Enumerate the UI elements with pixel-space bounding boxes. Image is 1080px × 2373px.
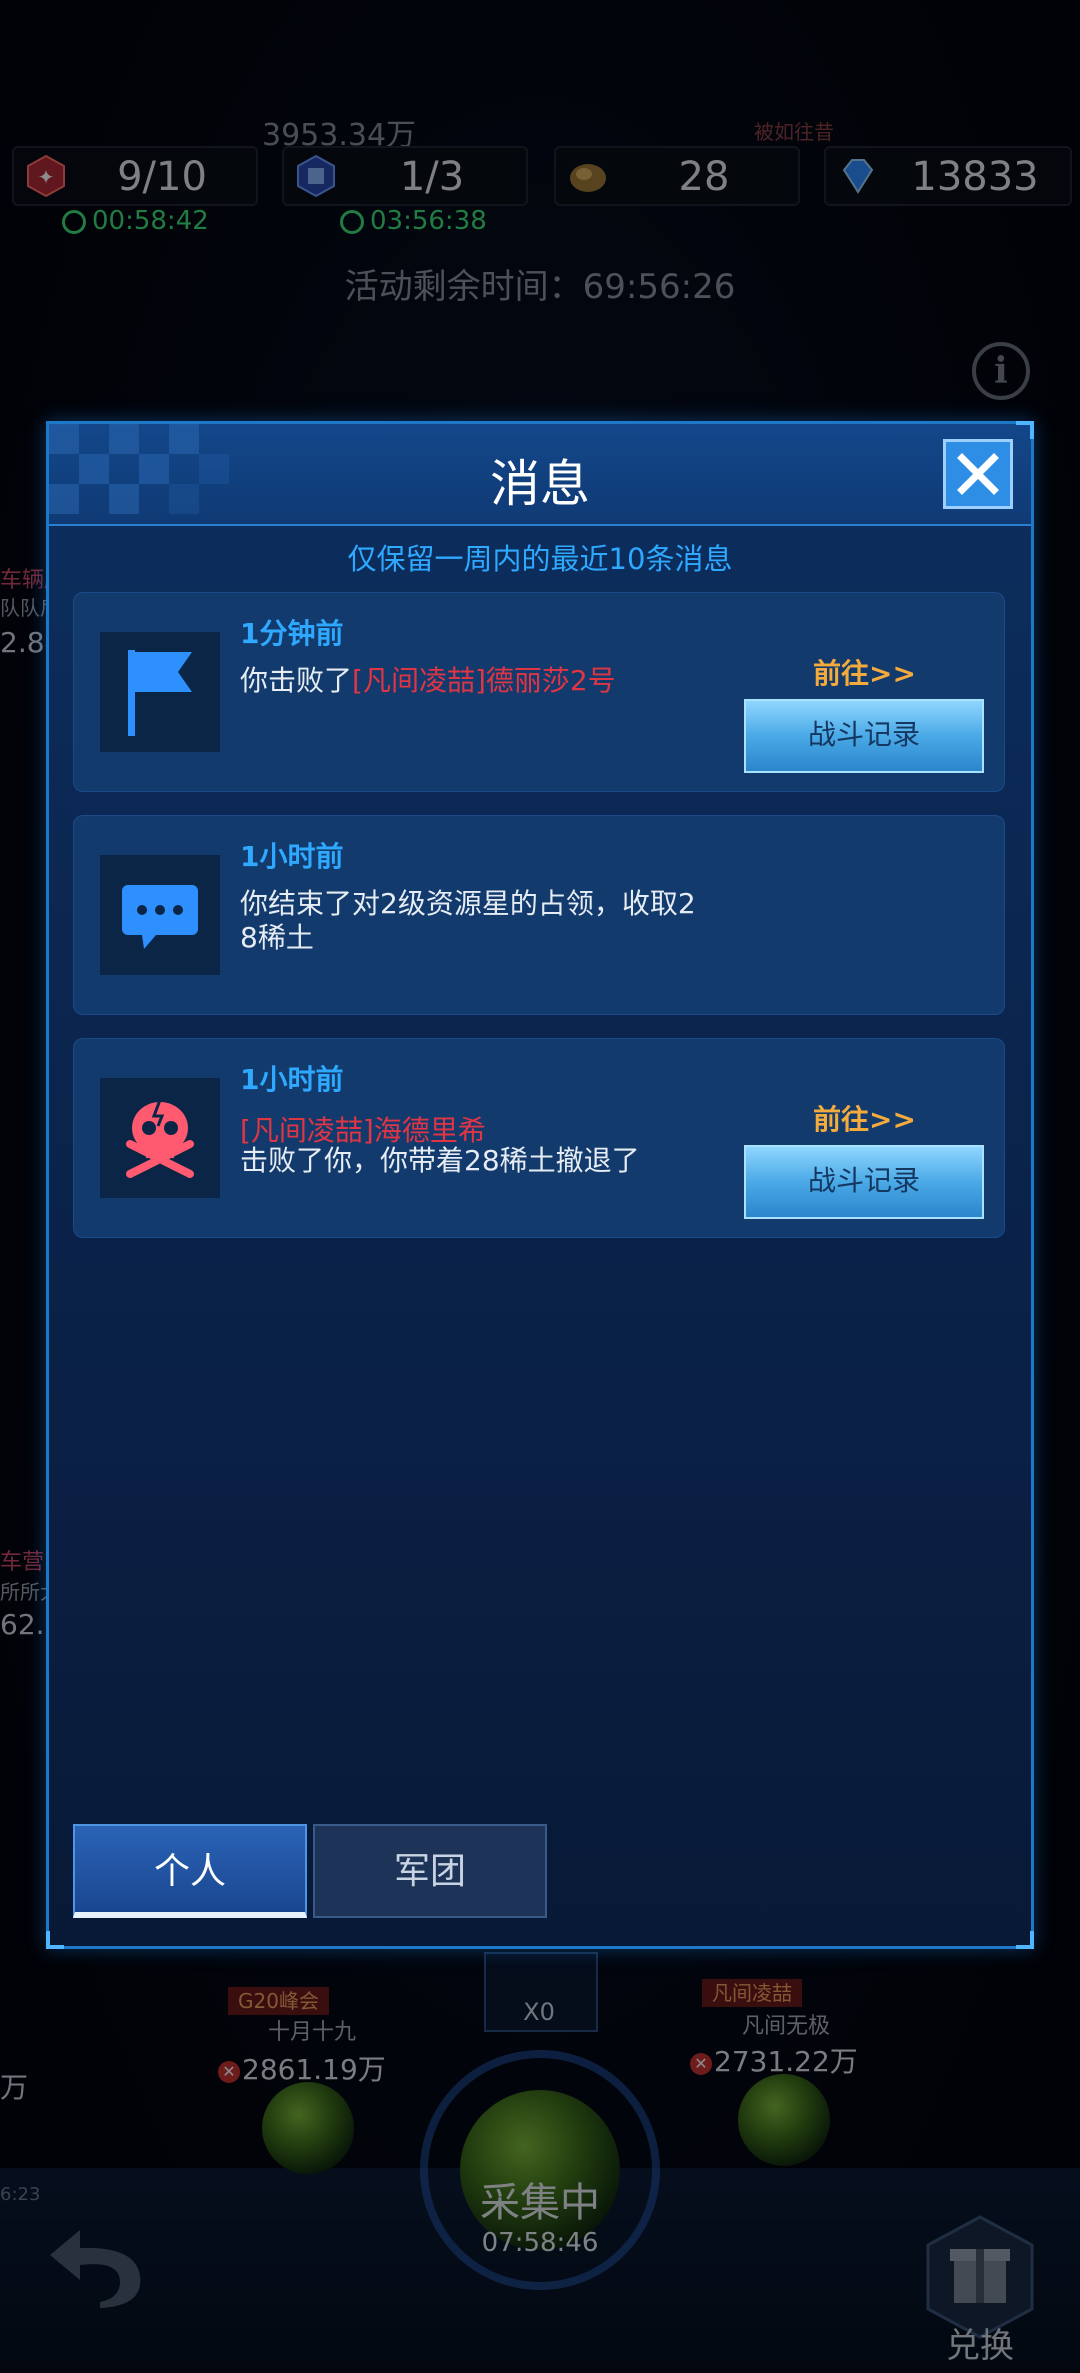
message-card: 1小时前 [凡间凌喆]海德里希 击败了你，你带着28稀土撤退了 前往>> 战斗记录	[73, 1038, 1005, 1238]
corner-accent	[46, 1931, 64, 1949]
opponent-name[interactable]: [凡间凌喆]德丽莎2号	[352, 664, 616, 697]
retention-notice: 仅保留一周内的最近10条消息	[347, 542, 733, 576]
tab-personal[interactable]: 个人	[73, 1824, 307, 1918]
message-icon-box	[100, 855, 220, 975]
message-card: 1小时前 你结束了对2级资源星的占领，收取2 8稀土	[73, 815, 1005, 1015]
message-text: 你击败了[凡间凌喆]德丽莎2号	[240, 664, 616, 697]
opponent-name[interactable]: [凡间凌喆]海德里希	[240, 1116, 720, 1146]
battle-record-button[interactable]: 战斗记录	[744, 1145, 984, 1219]
message-icon-box	[100, 632, 220, 752]
flag-icon	[128, 650, 192, 736]
dialog-title: 消息	[490, 455, 590, 513]
battle-record-button[interactable]: 战斗记录	[744, 699, 984, 773]
dialog-header: 消息	[49, 424, 1031, 526]
close-button[interactable]	[943, 439, 1013, 509]
corner-accent	[1016, 1931, 1034, 1949]
message-time: 1小时前	[240, 1063, 344, 1096]
goto-link[interactable]: 前往>>	[813, 1098, 916, 1138]
message-text: 你结束了对2级资源星的占领，收取2 8稀土	[240, 887, 696, 954]
skull-icon	[126, 1099, 194, 1178]
tab-legion[interactable]: 军团	[313, 1824, 547, 1918]
message-text: [凡间凌喆]海德里希 击败了你，你带着28稀土撤退了	[240, 1116, 720, 1176]
message-time: 1分钟前	[240, 617, 344, 650]
chat-bubble-icon	[122, 885, 198, 949]
message-time: 1小时前	[240, 840, 344, 873]
message-dialog: 消息 仅保留一周内的最近10条消息 1分钟前 你击败了[凡间凌喆]德丽莎2号 前…	[46, 421, 1034, 1949]
close-icon	[957, 453, 999, 495]
message-icon-box	[100, 1078, 220, 1198]
goto-link[interactable]: 前往>>	[813, 652, 916, 692]
message-card: 1分钟前 你击败了[凡间凌喆]德丽莎2号 前往>> 战斗记录	[73, 592, 1005, 792]
corner-accent	[1016, 421, 1034, 439]
